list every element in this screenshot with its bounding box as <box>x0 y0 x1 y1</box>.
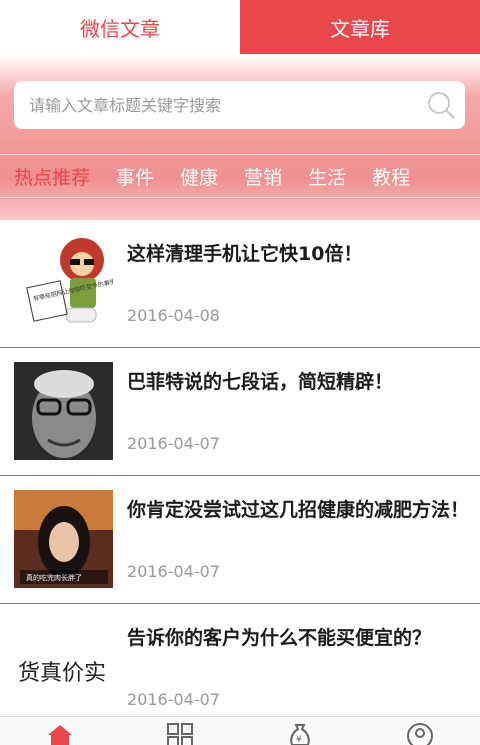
nav-earnings[interactable]: ¥ <box>240 717 360 745</box>
home-icon <box>46 723 74 745</box>
article-title[interactable]: 你肯定没尝试过这几招健康的减肥方法！ <box>127 494 472 526</box>
tab-wechat-articles[interactable]: 微信文章 <box>0 0 240 54</box>
article-item[interactable]: 货真价实 告诉你的客户为什么不能买便宜的？ 2016-04-07 <box>0 604 480 732</box>
bottom-nav: ¥ <box>0 716 480 745</box>
article-thumbnail: 有哪些厕所让你惊吓至今的事情 <box>14 234 113 332</box>
article-thumbnail <box>14 362 113 460</box>
article-item[interactable]: 巴菲特说的七段话，简短精辟！ 2016-04-07 <box>0 348 480 476</box>
category-life[interactable]: 生活 <box>308 163 346 190</box>
thumbnail-calligraphy: 货真价实 <box>18 661 106 686</box>
search-icon[interactable] <box>417 81 465 129</box>
search-bar <box>14 81 465 129</box>
article-thumbnail: 货真价实 <box>14 618 113 716</box>
article-item[interactable]: 真的吃完肉长胖了 你肯定没尝试过这几招健康的减肥方法！ 2016-04-07 <box>0 476 480 604</box>
article-title[interactable]: 告诉你的客户为什么不能买便宜的？ <box>127 622 472 654</box>
article-date: 2016-04-07 <box>127 434 220 453</box>
grid-icon <box>167 723 193 745</box>
article-thumbnail: 真的吃完肉长胖了 <box>14 490 113 588</box>
article-date: 2016-04-08 <box>127 306 220 325</box>
nav-profile[interactable] <box>360 717 480 745</box>
user-icon <box>406 723 434 745</box>
svg-text:¥: ¥ <box>296 735 302 745</box>
article-list: 有哪些厕所让你惊吓至今的事情 这样清理手机让它快10倍！ 2016-04-08 … <box>0 220 480 732</box>
money-bag-icon: ¥ <box>287 723 313 745</box>
tab-article-library[interactable]: 文章库 <box>240 0 480 54</box>
header-area: 热点推荐 事件 健康 营销 生活 教程 <box>0 54 480 220</box>
category-hot[interactable]: 热点推荐 <box>14 163 90 190</box>
category-health[interactable]: 健康 <box>180 163 218 190</box>
article-title[interactable]: 巴菲特说的七段话，简短精辟！ <box>127 366 472 398</box>
category-bar: 热点推荐 事件 健康 营销 生活 教程 <box>0 154 480 198</box>
nav-home[interactable] <box>0 717 120 745</box>
category-events[interactable]: 事件 <box>116 163 154 190</box>
thumbnail-caption: 真的吃完肉长胖了 <box>26 573 82 582</box>
search-input[interactable] <box>29 95 417 115</box>
article-date: 2016-04-07 <box>127 690 220 709</box>
nav-categories[interactable] <box>120 717 240 745</box>
article-item[interactable]: 有哪些厕所让你惊吓至今的事情 这样清理手机让它快10倍！ 2016-04-08 <box>0 220 480 348</box>
top-tabs: 微信文章 文章库 <box>0 0 480 54</box>
category-marketing[interactable]: 营销 <box>244 163 282 190</box>
category-tutorials[interactable]: 教程 <box>372 163 410 190</box>
article-title[interactable]: 这样清理手机让它快10倍！ <box>127 238 472 270</box>
article-date: 2016-04-07 <box>127 562 220 581</box>
